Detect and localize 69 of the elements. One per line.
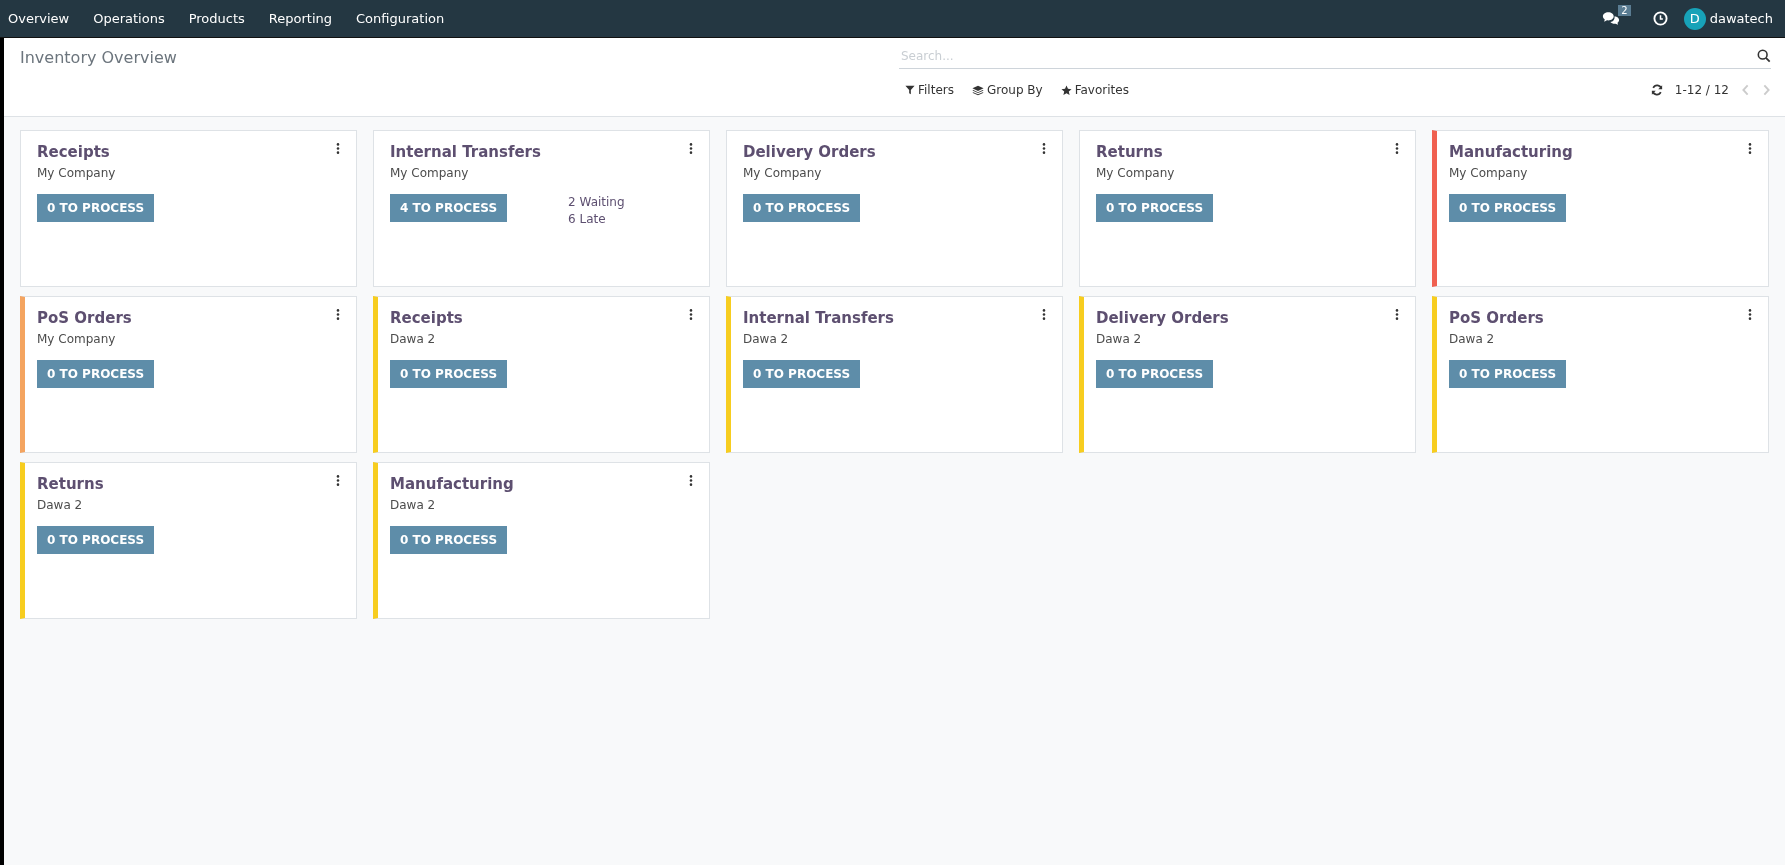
to-process-button[interactable]: 0 TO PROCESS xyxy=(390,526,508,554)
card-title[interactable]: Internal Transfers xyxy=(743,309,894,327)
card-title[interactable]: Manufacturing xyxy=(1449,143,1573,161)
to-process-button[interactable]: 0 TO PROCESS xyxy=(1449,194,1567,222)
star-icon xyxy=(1060,84,1072,96)
company-name: My Company xyxy=(390,166,470,180)
chat-icon[interactable] xyxy=(1602,11,1621,26)
search-icon[interactable] xyxy=(1757,49,1771,63)
card-title[interactable]: Receipts xyxy=(390,309,463,327)
page-title: Inventory Overview xyxy=(20,48,177,67)
company-name: My Company xyxy=(1449,166,1529,180)
more-options-icon[interactable] xyxy=(1395,309,1399,320)
card-title[interactable]: Internal Transfers xyxy=(390,143,541,161)
to-process-button[interactable]: 0 TO PROCESS xyxy=(743,360,861,388)
filter-menu-button[interactable]: Group By xyxy=(966,79,1049,101)
card-title[interactable]: Manufacturing xyxy=(390,475,514,493)
card-title[interactable]: PoS Orders xyxy=(37,309,132,327)
more-options-icon[interactable] xyxy=(1042,143,1046,154)
more-options-icon[interactable] xyxy=(336,309,340,320)
user-name[interactable]: dawatech xyxy=(1709,11,1773,26)
menu-item[interactable]: Configuration xyxy=(348,11,457,26)
more-options-icon[interactable] xyxy=(1748,143,1752,154)
to-process-button[interactable]: 0 TO PROCESS xyxy=(1096,360,1214,388)
company-name: Dawa 2 xyxy=(37,498,84,512)
card-title[interactable]: PoS Orders xyxy=(1449,309,1544,327)
filter-menu-button[interactable]: Filters xyxy=(899,79,960,101)
menu-item[interactable]: Products xyxy=(180,11,257,26)
to-process-button[interactable]: 0 TO PROCESS xyxy=(37,526,155,554)
to-process-button[interactable]: 4 TO PROCESS xyxy=(390,194,508,222)
filter-menu-button[interactable]: Favorites xyxy=(1054,79,1135,101)
company-name: Dawa 2 xyxy=(1449,332,1496,346)
clock-icon[interactable] xyxy=(1652,11,1668,26)
more-options-icon[interactable] xyxy=(689,475,693,486)
company-name: Dawa 2 xyxy=(390,498,437,512)
to-process-button[interactable]: 0 TO PROCESS xyxy=(1449,360,1567,388)
company-name: My Company xyxy=(37,332,117,346)
card-title[interactable]: Delivery Orders xyxy=(1096,309,1229,327)
pager-range: 1-12 / 12 xyxy=(1674,83,1729,97)
menu-item[interactable]: Reporting xyxy=(260,11,345,26)
to-process-button[interactable]: 0 TO PROCESS xyxy=(37,194,155,222)
company-name: Dawa 2 xyxy=(390,332,437,346)
to-process-button[interactable]: 0 TO PROCESS xyxy=(37,360,155,388)
company-name: My Company xyxy=(1096,166,1175,180)
company-name: Dawa 2 xyxy=(1096,332,1143,346)
more-options-icon[interactable] xyxy=(336,143,340,154)
layers-icon xyxy=(972,84,984,96)
more-options-icon[interactable] xyxy=(689,143,693,154)
card-title[interactable]: Returns xyxy=(1096,143,1175,161)
card-title[interactable]: Returns xyxy=(37,475,104,493)
message-count-badge: 2 xyxy=(1618,5,1631,16)
refresh-icon[interactable] xyxy=(1650,84,1663,96)
company-name: Dawa 2 xyxy=(743,332,790,346)
more-options-icon[interactable] xyxy=(1748,309,1752,320)
status-link[interactable]: 6 Late xyxy=(568,212,625,226)
company-name: My Company xyxy=(37,166,116,180)
to-process-button[interactable]: 0 TO PROCESS xyxy=(1096,194,1214,222)
card-title[interactable]: Receipts xyxy=(37,143,116,161)
more-options-icon[interactable] xyxy=(1042,309,1046,320)
menu-item[interactable]: Overview xyxy=(0,11,82,26)
card-title[interactable]: Delivery Orders xyxy=(743,143,876,161)
company-name: My Company xyxy=(743,166,823,180)
to-process-button[interactable]: 0 TO PROCESS xyxy=(743,194,861,222)
menu-item[interactable]: Operations xyxy=(85,11,177,26)
status-link[interactable]: 2 Waiting xyxy=(568,195,625,209)
more-options-icon[interactable] xyxy=(1395,143,1399,154)
more-options-icon[interactable] xyxy=(689,309,693,320)
filter-icon xyxy=(905,85,915,95)
more-options-icon[interactable] xyxy=(336,475,340,486)
to-process-button[interactable]: 0 TO PROCESS xyxy=(390,360,508,388)
